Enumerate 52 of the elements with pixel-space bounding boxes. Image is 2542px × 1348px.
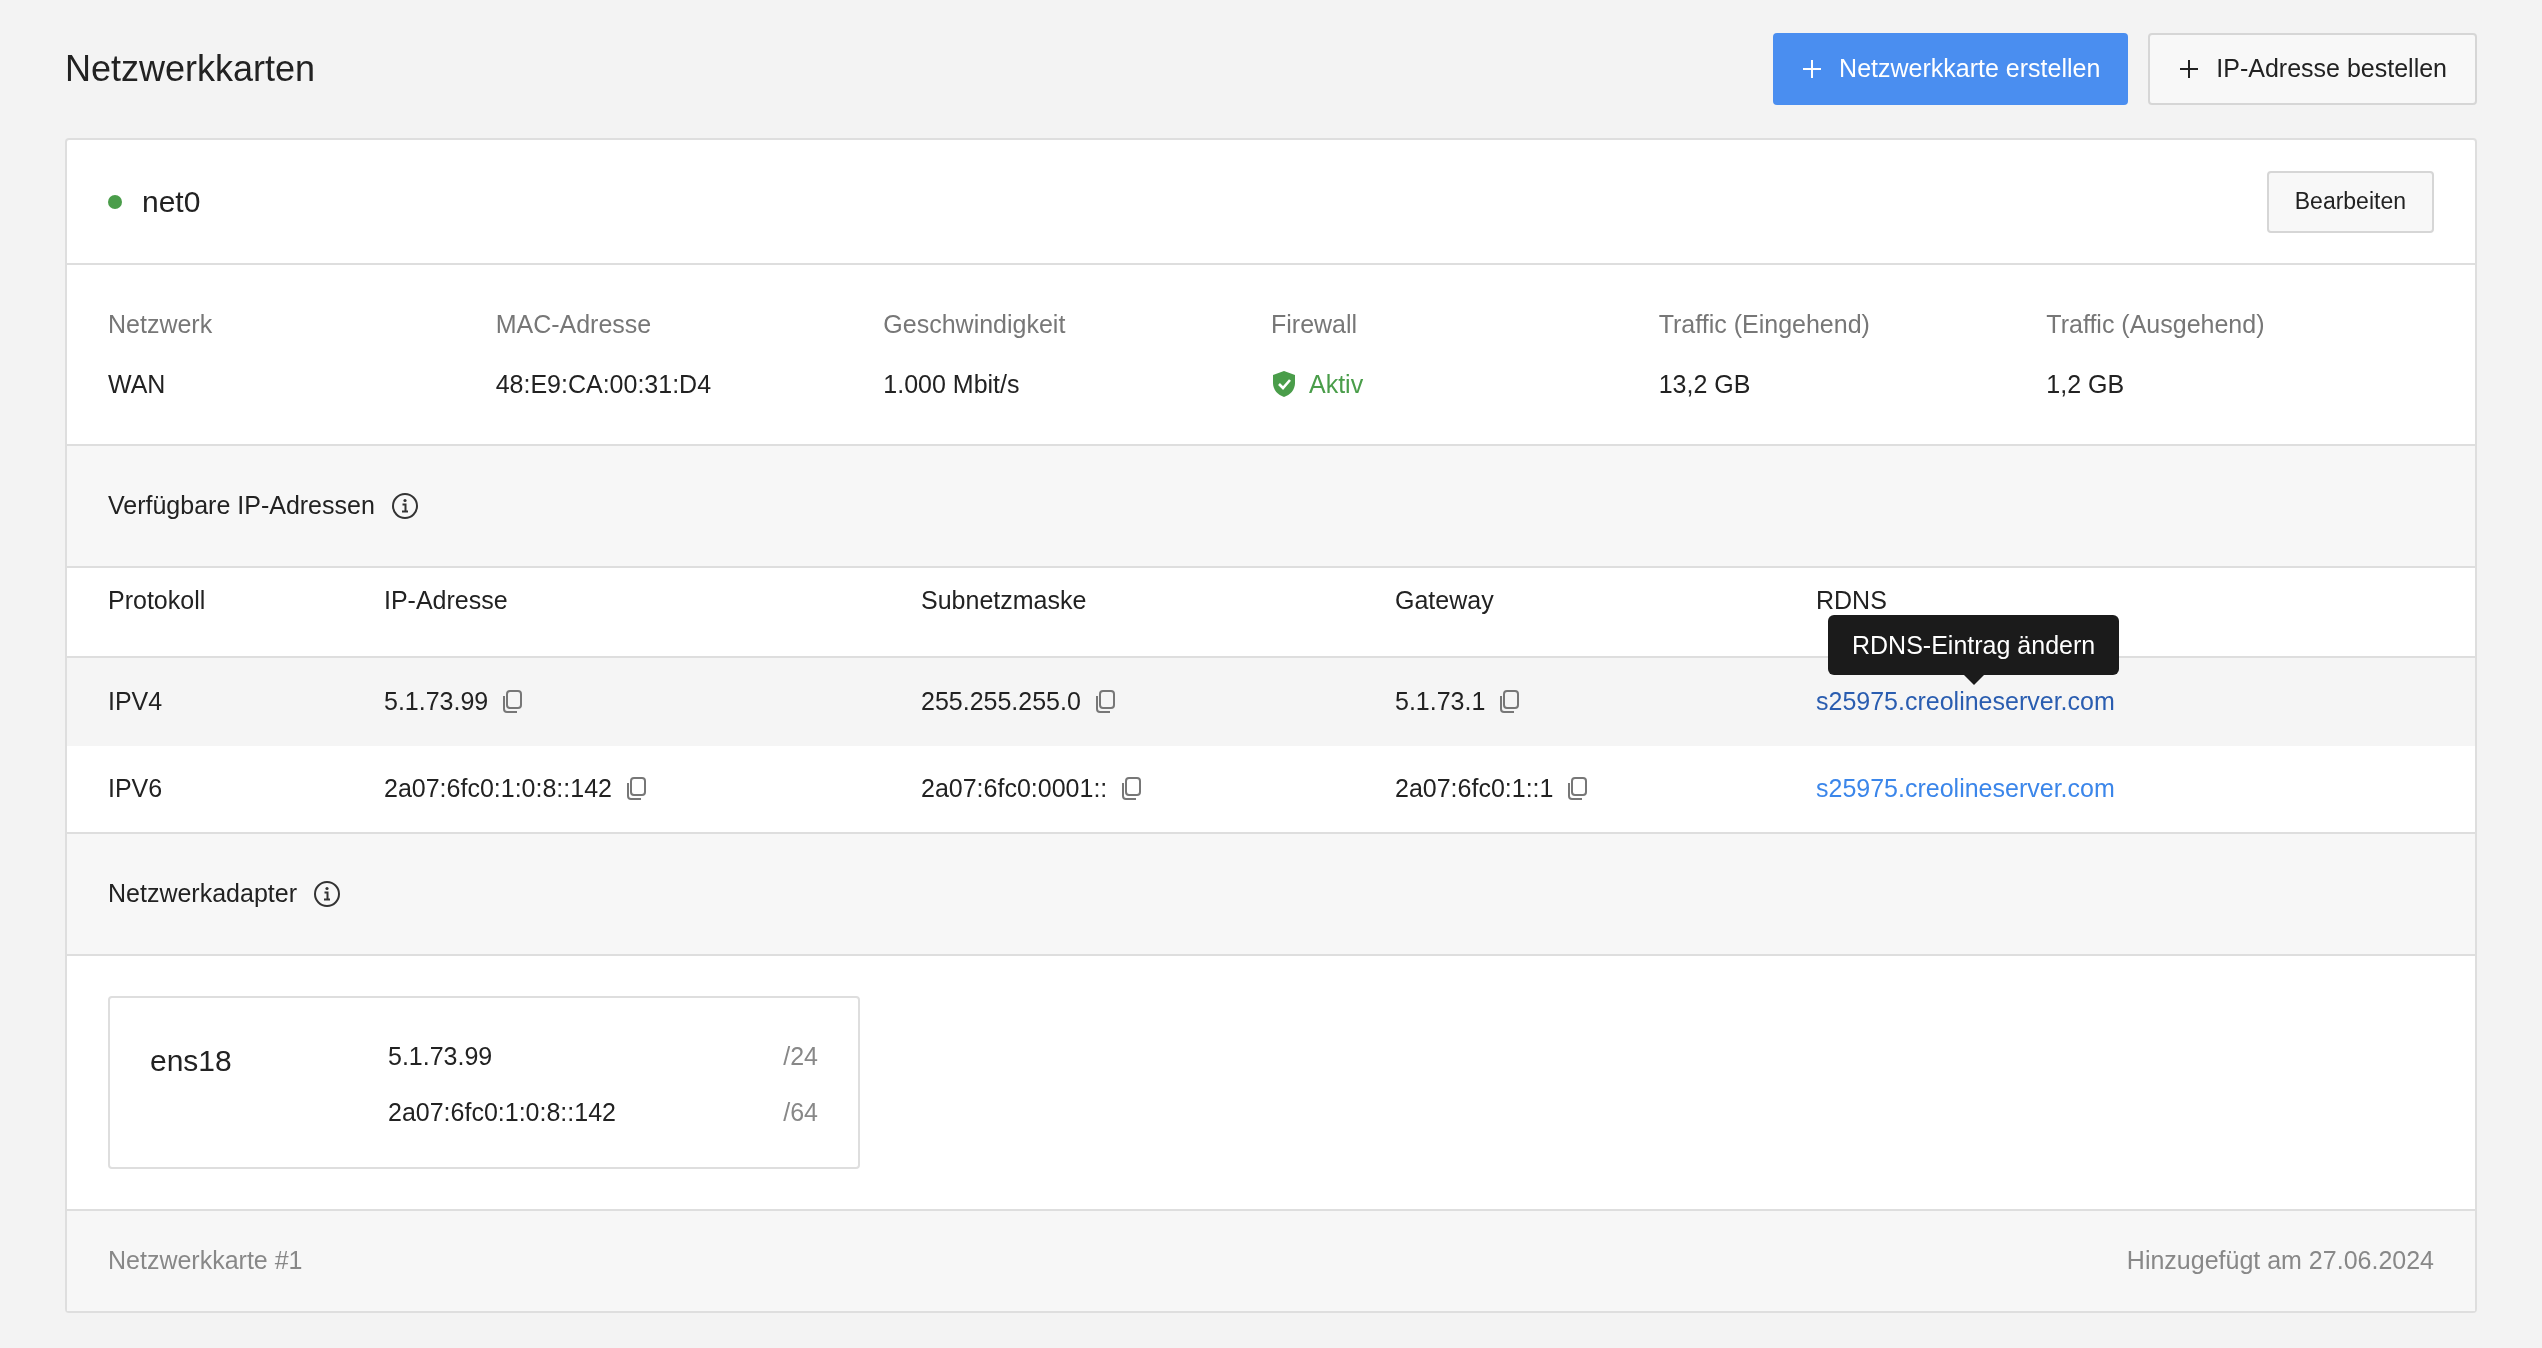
tooltip: RDNS-Eintrag ändern: [1828, 615, 2120, 676]
copy-icon[interactable]: [1119, 776, 1144, 802]
info-value: 48:E9:CA:00:31:D4: [495, 368, 713, 400]
rdns-link[interactable]: s25975.creolineserver.com: [1816, 770, 2115, 808]
section-title: Verfügbare IP-Adressen: [108, 490, 375, 522]
table-cell-text: IPV4: [108, 686, 164, 718]
adapter-ip: 2a07:6fc0:1:0:8::142: [388, 1096, 616, 1128]
copy-icon[interactable]: [1565, 776, 1590, 802]
info-label: Firewall: [1271, 309, 1359, 340]
info-value: 1,2 GB: [2046, 368, 2126, 400]
info-label: Geschwindigkeit: [883, 309, 1067, 340]
info-label: Traffic (Ausgehend): [2046, 309, 2266, 340]
card-name: net0: [142, 184, 201, 220]
edit-button[interactable]: Bearbeiten: [2266, 170, 2434, 233]
table-cell-text: IPV6: [108, 773, 164, 805]
create-network-card-button[interactable]: Netzwerkkarte erstellen: [1773, 33, 2129, 105]
info-label: Netzwerk: [108, 309, 214, 340]
shield-check-icon: [1271, 370, 1297, 399]
rdns-link[interactable]: s25975.creolineserver.com: [1816, 683, 2115, 721]
tooltip-arrow: [1963, 675, 1984, 686]
table-cell-text: 2a07:6fc0:0001::: [921, 773, 1108, 805]
prefix-length: /24: [783, 1041, 818, 1072]
table-cell-text: 5.1.73.1: [1395, 686, 1486, 718]
info-label: MAC-Adresse: [495, 309, 653, 340]
footer-label: Netzwerkkarte #1: [108, 1245, 303, 1277]
column-header: RDNS: [1816, 585, 1888, 616]
column-header: Subnetzmaske: [921, 585, 1088, 616]
adapter-name: ens18: [150, 1043, 233, 1079]
table-cell-text: 2a07:6fc0:1:0:8::142: [384, 773, 612, 805]
plus-icon: [1801, 58, 1824, 80]
table-cell-text: 2a07:6fc0:1::1: [1395, 773, 1554, 805]
adapter-ip: 5.1.73.99: [388, 1041, 493, 1072]
table-cell-text: 5.1.73.99: [384, 686, 489, 718]
info-label: Traffic (Eingehend): [1658, 309, 1871, 340]
table-cell-text: 255.255.255.0: [921, 686, 1081, 718]
copy-icon[interactable]: [500, 689, 525, 715]
prefix-length: /64: [783, 1096, 818, 1128]
firewall-status: Aktiv: [1309, 368, 1364, 400]
copy-icon[interactable]: [1497, 689, 1522, 715]
info-icon[interactable]: [390, 492, 419, 520]
info-value: WAN: [108, 368, 167, 400]
info-value: 13,2 GB: [1658, 368, 1752, 400]
page-title: Netzwerkkarten: [65, 47, 316, 91]
column-header: Gateway: [1395, 585, 1495, 616]
info-icon[interactable]: [313, 880, 341, 908]
plus-icon: [2178, 58, 2201, 80]
section-title: Netzwerkadapter: [108, 878, 297, 910]
column-header: IP-Adresse: [384, 585, 509, 616]
column-header: Protokoll: [108, 585, 207, 616]
added-date: Hinzugefügt am 27.06.2024: [2126, 1245, 2434, 1277]
order-ip-button[interactable]: IP-Adresse bestellen: [2148, 33, 2477, 105]
info-value: 1.000 Mbit/s: [883, 368, 1021, 400]
